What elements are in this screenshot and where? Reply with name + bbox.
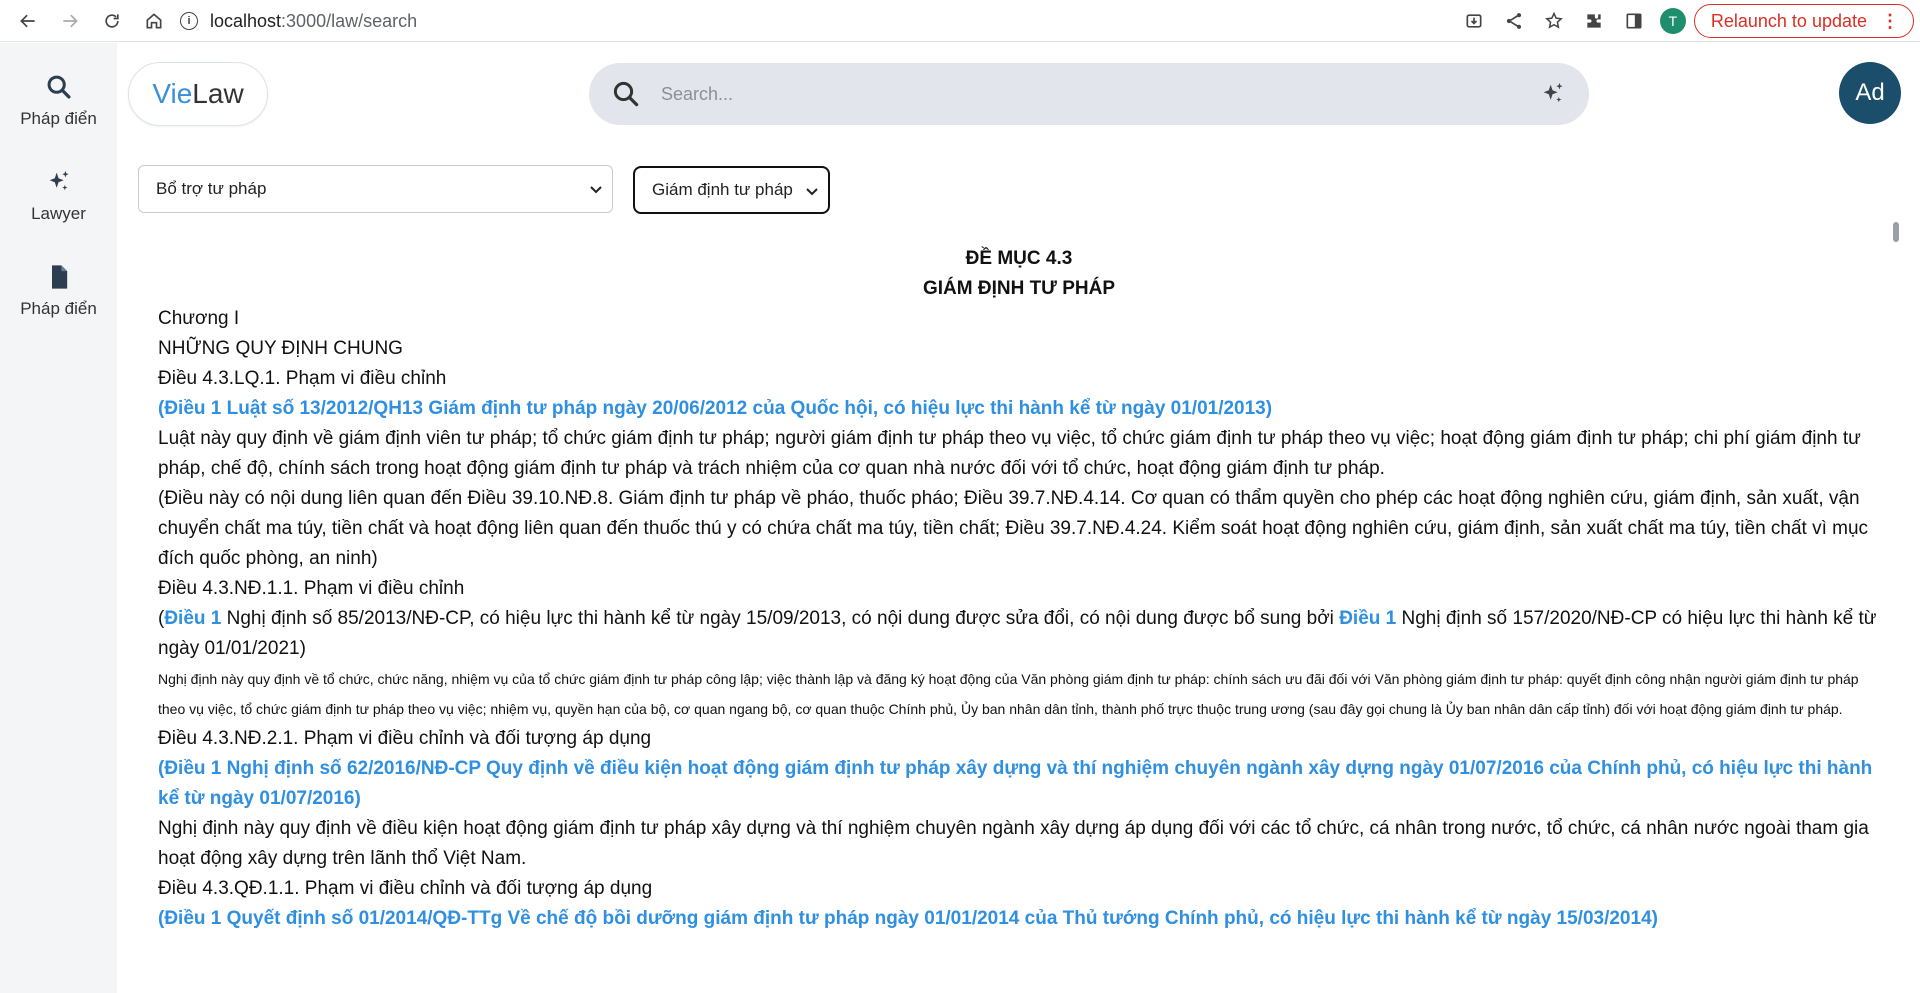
document-icon [51,265,67,289]
browser-toolbar: i localhost:3000/law/search T Relaunch t… [0,0,1920,42]
profile-avatar[interactable]: T [1659,8,1686,34]
search-bar [589,63,1589,125]
article-source-link[interactable]: (Điều 1 Luật số 13/2012/QH13 Giám định t… [158,394,1880,424]
source-text: Nghị định số 85/2013/NĐ-CP, có hiệu lực … [221,608,1340,629]
sidebar-item-phap-dien-doc[interactable]: Pháp điển [0,263,117,319]
site-info-icon[interactable]: i [180,12,198,30]
back-icon[interactable] [8,4,48,38]
relaunch-button[interactable]: Relaunch to update ⋮ [1693,4,1914,38]
article-title: Điều 4.3.QĐ.1.1. Phạm vi điều chỉnh và đ… [158,878,653,899]
address-bar[interactable]: i localhost:3000/law/search [180,6,417,36]
document-content: ĐỀ MỤC 4.3 GIÁM ĐỊNH TƯ PHÁP Chương I NH… [158,244,1880,993]
home-icon[interactable] [134,4,174,38]
section-heading-title: GIÁM ĐỊNH TƯ PHÁP [922,278,1116,299]
sidebar-item-phap-dien[interactable]: Pháp điển [0,73,117,129]
logo-law: Law [192,78,244,109]
install-app-icon[interactable] [1454,4,1494,38]
sidebar: Pháp điển Lawyer Pháp điển [0,43,117,993]
share-icon[interactable] [1494,4,1534,38]
side-panel-icon[interactable] [1614,4,1654,38]
search-icon[interactable] [611,79,641,109]
content-scrollbar[interactable] [1892,222,1900,993]
article-body: Nghị định này quy định về điều kiện hoạt… [158,818,1869,869]
article-source: (Điều 1 Nghị định số 85/2013/NĐ-CP, có h… [158,604,1880,664]
chapter-title: NHỮNG QUY ĐỊNH CHUNG [158,338,403,359]
article-link[interactable]: Điều 1 [164,608,221,629]
logo-vie: Vie [152,78,193,109]
chevron-down-icon [590,186,602,194]
user-avatar[interactable]: Ad [1839,62,1901,124]
extensions-icon[interactable] [1574,4,1614,38]
search-input[interactable] [661,74,1539,114]
url-host: localhost [210,10,282,31]
reload-icon[interactable] [92,4,132,38]
article-body: Nghị định này quy định về tổ chức, chức … [158,671,1859,717]
scrollbar-thumb[interactable] [1893,222,1899,242]
url-path: :3000/law/search [281,10,418,31]
section-heading-number: ĐỀ MỤC 4.3 [965,248,1073,269]
sidebar-item-label: Pháp điển [20,299,97,318]
section-select-value: Giám định tư pháp [652,180,793,199]
article-title: Điều 4.3.LQ.1. Phạm vi điều chỉnh [158,368,447,389]
section-select[interactable]: Giám định tư pháp [633,166,830,214]
relaunch-label: Relaunch to update [1710,10,1867,31]
sidebar-item-label: Lawyer [31,204,86,223]
sparkle-icon [49,170,69,191]
article-source-link[interactable]: (Điều 1 Quyết định số 01/2014/QĐ-TTg Về … [158,904,1880,934]
menu-icon: ⋮ [1881,10,1899,31]
forward-icon[interactable] [50,4,90,38]
sidebar-item-lawyer[interactable]: Lawyer [0,168,117,224]
article-title: Điều 4.3.NĐ.1.1. Phạm vi điều chỉnh [158,578,465,599]
bookmark-star-icon[interactable] [1534,4,1574,38]
topic-select[interactable]: Bổ trợ tư pháp [138,165,613,213]
search-icon [47,75,71,99]
chevron-down-icon [806,188,818,196]
article-title: Điều 4.3.NĐ.2.1. Phạm vi điều chỉnh và đ… [158,728,652,749]
topic-select-value: Bổ trợ tư pháp [156,179,267,198]
article-source-link[interactable]: (Điều 1 Nghị định số 62/2016/NĐ-CP Quy đ… [158,754,1880,814]
app-logo[interactable]: Vie Law [128,62,268,126]
article-body: Luật này quy định về giám định viên tư p… [158,428,1861,479]
sidebar-item-label: Pháp điển [20,109,97,128]
article-related-note: (Điều này có nội dung liên quan đến Điều… [158,488,1869,569]
ai-sparkle-icon[interactable] [1539,80,1567,108]
article-link[interactable]: Điều 1 [1339,608,1396,629]
chapter-number: Chương I [158,308,240,329]
